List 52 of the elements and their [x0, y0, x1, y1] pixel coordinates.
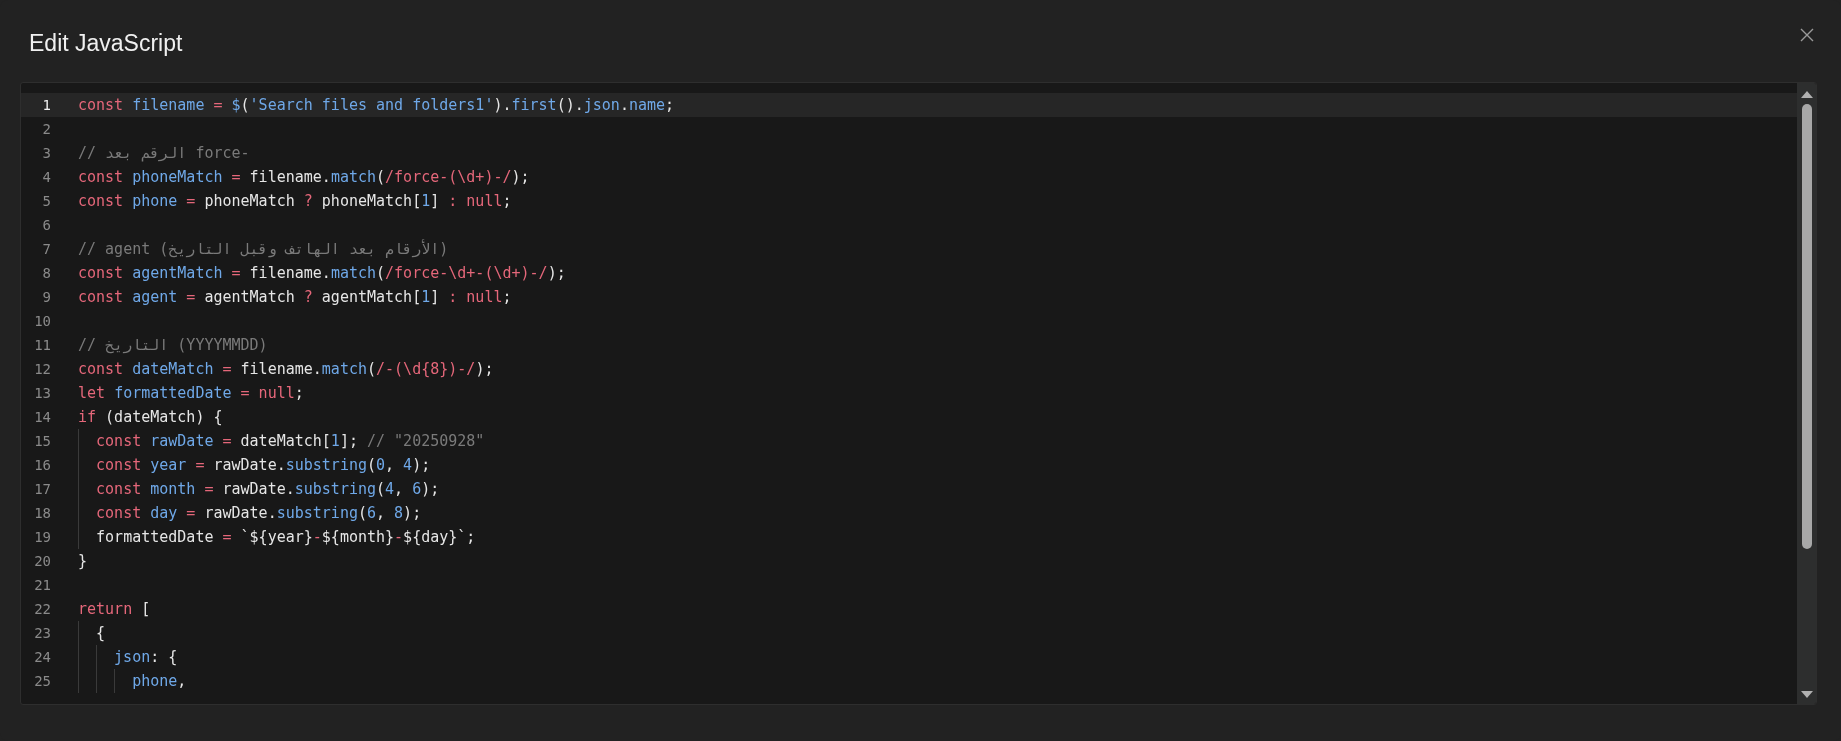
line-number: 14 [33, 409, 51, 425]
code-line: const phone = phoneMatch ? phoneMatch[1] : null; [78, 192, 512, 210]
line-number: 11 [33, 337, 51, 353]
line-number: 17 [33, 481, 51, 497]
code-line: if (dateMatch) { [78, 408, 223, 426]
line-number: 24 [33, 649, 51, 665]
scrollbar[interactable] [1797, 83, 1816, 704]
line-number: 20 [33, 553, 51, 569]
line-number: 16 [33, 457, 51, 473]
scrollbar-thumb[interactable] [1801, 104, 1812, 549]
code-line: json: { [114, 648, 178, 666]
code-line: const month = rawDate.substring(4, 6); [96, 480, 440, 498]
line-number: 9 [41, 289, 51, 305]
scroll-down-icon[interactable] [1800, 691, 1813, 698]
code-line: { [96, 624, 106, 642]
line-number: 1 [41, 97, 51, 113]
line-number: 25 [33, 673, 51, 689]
line-number: 5 [41, 193, 51, 209]
code-line: const filename = $('Search files and folders1').first().json.name; [78, 96, 675, 114]
code-line: const phoneMatch = filename.match(/force-(\d+)-/); [78, 168, 530, 186]
code-line: } [78, 552, 88, 570]
line-number: 13 [33, 385, 51, 401]
line-number: 22 [33, 601, 51, 617]
line-number: 6 [41, 217, 51, 233]
line-number: 18 [33, 505, 51, 521]
line-number: 19 [33, 529, 51, 545]
line-number: 12 [33, 361, 51, 377]
code-line: const rawDate = dateMatch[1]; // "20250928" [96, 432, 485, 450]
line-number: 10 [33, 313, 51, 329]
line-number: 23 [33, 625, 51, 641]
code-line: // التاريخ (YYYYMMDD) [78, 336, 268, 354]
code-line: const year = rawDate.substring(0, 4); [96, 456, 431, 474]
line-number: 15 [33, 433, 51, 449]
code-line: phone, [132, 672, 187, 690]
code-line: formattedDate = `${year}-${month}-${day}`; [96, 528, 476, 546]
scroll-up-icon[interactable] [1800, 91, 1813, 98]
code-line: let formattedDate = null; [78, 384, 304, 402]
close-icon[interactable] [1800, 28, 1814, 42]
code-line: const agent = agentMatch ? agentMatch[1] : null; [78, 288, 512, 306]
line-number: 2 [41, 121, 51, 137]
line-number: 8 [41, 265, 51, 281]
line-number: 4 [41, 169, 51, 185]
line-number: 21 [33, 577, 51, 593]
line-number: 3 [41, 145, 51, 161]
code-line: // agent (الأرقام بعد الهاتف وقبل التاريخ) [78, 240, 449, 258]
code-line: const agentMatch = filename.match(/force-\d+-(\d+)-/); [78, 264, 566, 282]
code-line: const dateMatch = filename.match(/-(\d{8})-/); [78, 360, 494, 378]
line-number: 7 [41, 241, 51, 257]
dialog-title: Edit JavaScript [29, 29, 183, 57]
code-line: const day = rawDate.substring(6, 8); [96, 504, 422, 522]
code-line: // الرقم بعد force- [78, 144, 250, 162]
code-line: return [ [78, 600, 151, 618]
